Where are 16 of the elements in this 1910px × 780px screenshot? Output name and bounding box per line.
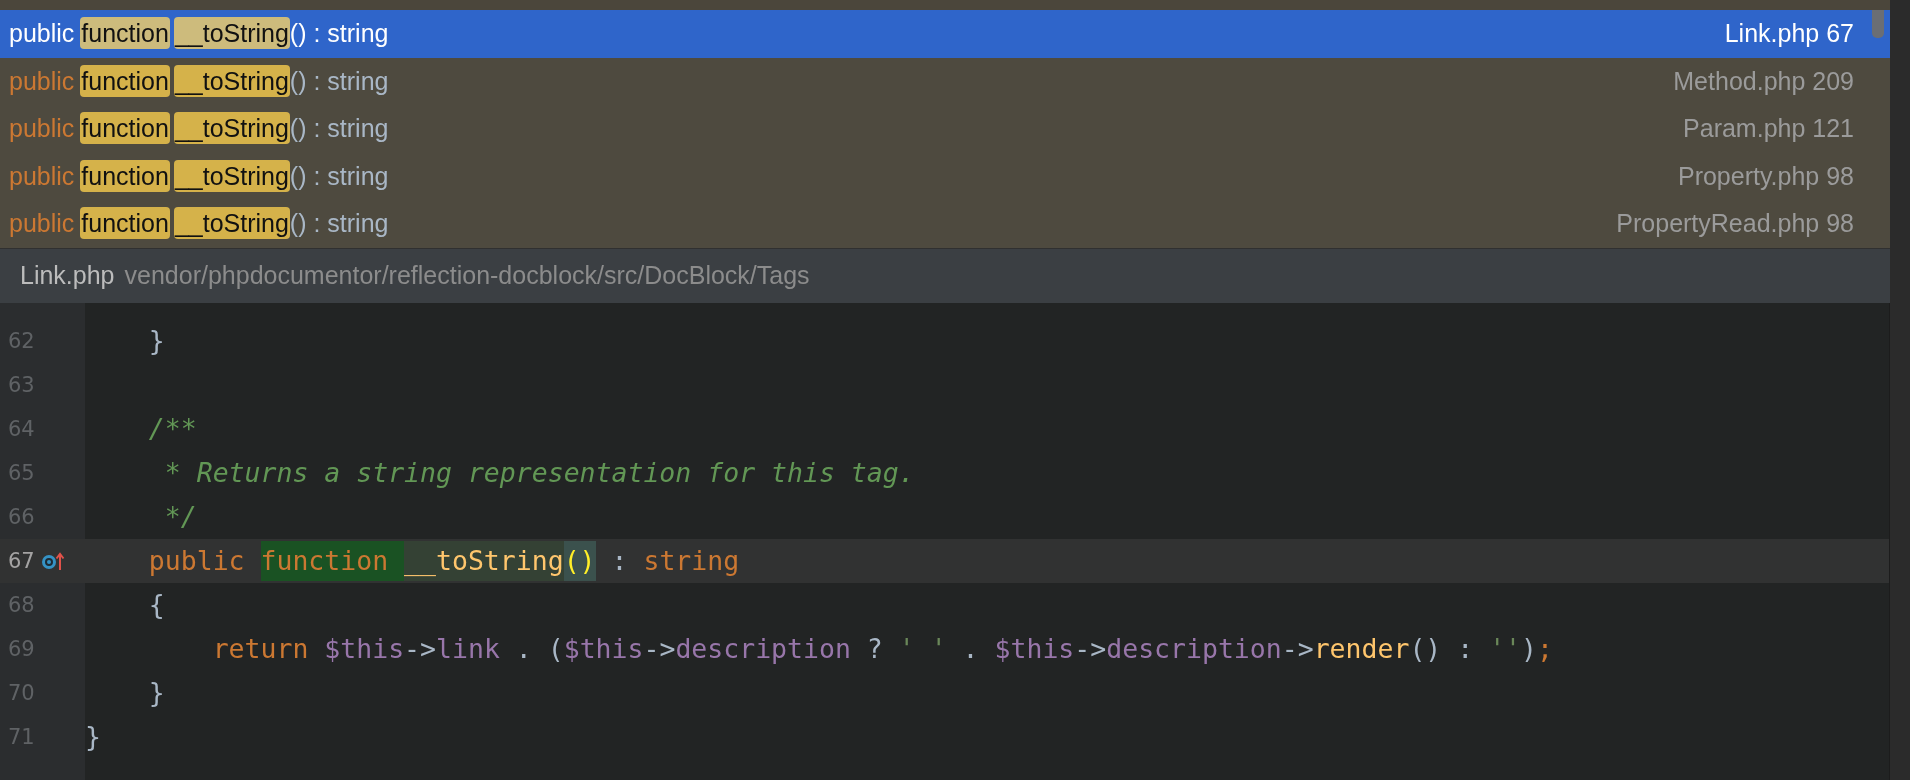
code-line: */ — [163, 500, 197, 534]
usage-result-item[interactable]: public function __toString() : string Link.php 67 — [0, 10, 1890, 58]
code-line: } — [147, 676, 165, 710]
code-line: { — [147, 588, 165, 622]
code-line: } — [147, 324, 165, 358]
line-number: 67 — [8, 549, 36, 573]
code-line: public function __toString() : string — [85, 539, 740, 583]
code-line: /** — [147, 412, 197, 446]
file-name: Link.php — [20, 261, 115, 290]
code-line: * Returns a string representation for this tag. — [163, 456, 915, 490]
code-line: } — [85, 720, 101, 754]
circle-arrow-icon[interactable] — [41, 551, 65, 571]
scrollbar-thumb[interactable] — [1872, 10, 1884, 38]
scrollbar-track[interactable] — [1889, 0, 1910, 780]
file-path: vendor/phpdocumentor/reflection-docblock/src/DocBlock/Tags — [124, 261, 810, 290]
code-line: return $this->link . ($this->description ? ' ' . $this->description->render() : ''); — [211, 632, 1553, 666]
